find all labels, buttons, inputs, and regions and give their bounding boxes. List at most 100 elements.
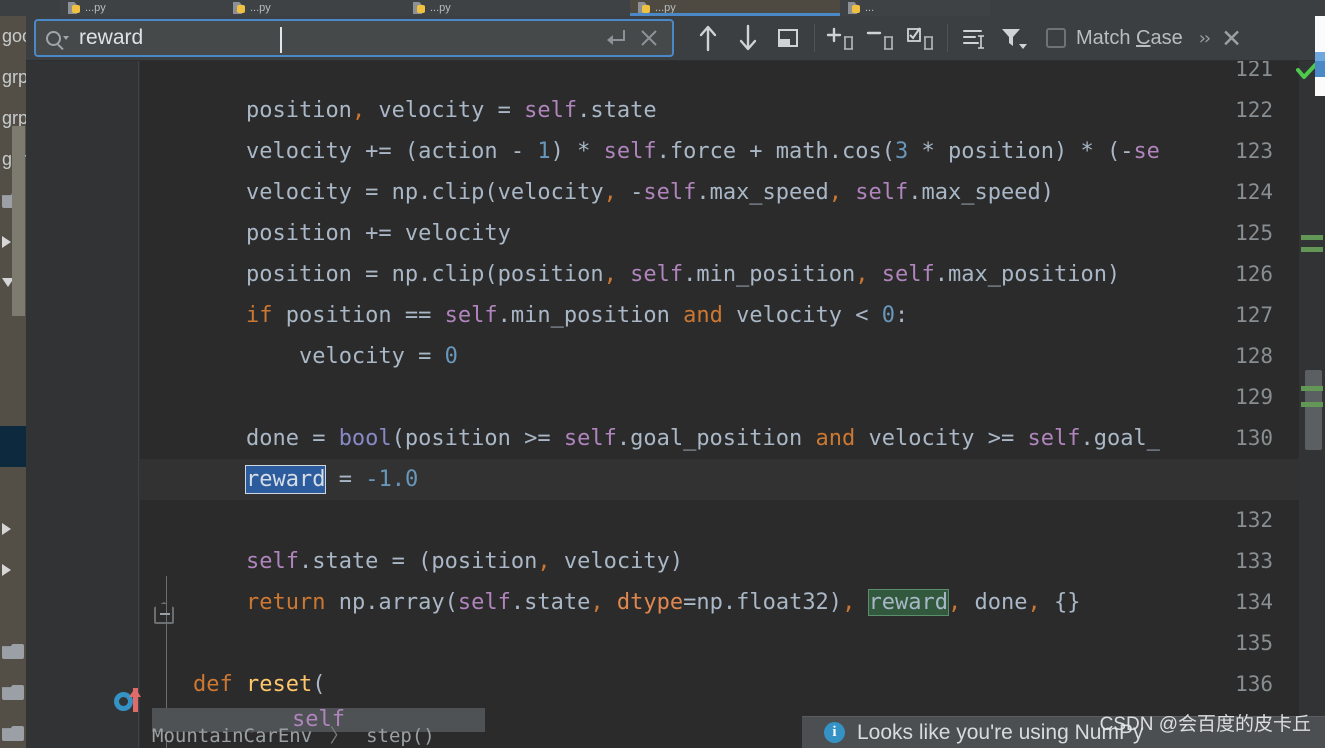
code-token: .goal_position bbox=[616, 426, 816, 451]
code-token: , bbox=[828, 180, 843, 205]
code-token: and bbox=[683, 303, 723, 328]
editor-tab-1[interactable]: ...py bbox=[225, 0, 405, 16]
code-line[interactable]: position, velocity = self.state bbox=[140, 90, 1325, 131]
code-token: .min_position bbox=[683, 262, 856, 287]
search-field-container[interactable] bbox=[34, 19, 674, 57]
editor-gutter[interactable] bbox=[26, 16, 140, 748]
error-stripe-marker-column[interactable] bbox=[1296, 45, 1325, 748]
code-line[interactable]: reward = -1.0 bbox=[140, 459, 1325, 500]
code-line[interactable]: def reset( bbox=[140, 664, 1325, 705]
code-line[interactable]: if position == self.min_position and vel… bbox=[140, 295, 1325, 336]
sidebar-item-blank-4[interactable] bbox=[0, 467, 26, 508]
toolbar-separator bbox=[814, 24, 815, 52]
code-token: .max_speed) bbox=[908, 180, 1054, 205]
new-line-icon[interactable] bbox=[598, 21, 632, 55]
info-icon: i bbox=[824, 722, 845, 743]
code-token: ( bbox=[312, 672, 326, 697]
sidebar-scrollbar-thumb[interactable] bbox=[12, 126, 25, 316]
editor-tab-2[interactable]: ...py bbox=[405, 0, 630, 16]
code-token: .max_position) bbox=[934, 262, 1121, 287]
code-line[interactable]: position += velocity bbox=[140, 213, 1325, 254]
sidebar-item-collapsed-2[interactable] bbox=[0, 508, 26, 549]
code-text-area[interactable]: position, velocity = self.state velocity… bbox=[140, 16, 1325, 748]
code-line[interactable] bbox=[140, 623, 1325, 664]
search-input[interactable] bbox=[79, 26, 598, 50]
breadcrumb-class[interactable]: MountainCarEnv bbox=[152, 725, 312, 747]
editor-tab-0[interactable]: ...py bbox=[60, 0, 225, 16]
code-line[interactable] bbox=[140, 377, 1325, 418]
add-occurrence-button[interactable] bbox=[821, 18, 861, 58]
editor-tab-strip[interactable]: ...py ...py ...py ...py ... bbox=[0, 0, 1325, 16]
find-next-button[interactable] bbox=[728, 18, 768, 58]
editor-tab-label: ...py bbox=[85, 2, 106, 14]
select-occurrences-button[interactable] bbox=[901, 18, 941, 58]
sidebar-item-goo[interactable]: goo bbox=[0, 16, 26, 57]
find-in-file-toolbar[interactable]: Match Case ›› ✕ bbox=[26, 16, 1325, 61]
code-token: = bbox=[325, 467, 366, 492]
code-token: , bbox=[351, 98, 366, 123]
code-token: np.array( bbox=[325, 590, 458, 615]
code-token: velocity = bbox=[365, 98, 525, 123]
sidebar-item-collapsed-3[interactable] bbox=[0, 549, 26, 590]
search-in-selection-button[interactable] bbox=[954, 18, 994, 58]
code-token: self bbox=[444, 303, 498, 328]
usage-marker[interactable] bbox=[1301, 386, 1323, 391]
sidebar-item-grp-1[interactable]: grp bbox=[0, 57, 26, 98]
code-line[interactable]: return np.array(self.state, dtype=np.flo… bbox=[140, 582, 1325, 623]
close-search-icon[interactable]: ✕ bbox=[1221, 24, 1242, 53]
code-token: self bbox=[524, 98, 578, 123]
code-line[interactable]: done = bool(position >= self.goal_positi… bbox=[140, 418, 1325, 459]
sidebar-item-selected[interactable] bbox=[0, 426, 26, 467]
code-token: 1 bbox=[537, 139, 551, 164]
code-line[interactable] bbox=[140, 500, 1325, 541]
code-token: , bbox=[842, 590, 856, 615]
usage-marker[interactable] bbox=[1301, 247, 1323, 252]
code-token: self bbox=[855, 180, 909, 205]
breadcrumb[interactable]: MountainCarEnv 〉 step() bbox=[152, 721, 435, 748]
match-case-checkbox[interactable] bbox=[1046, 28, 1066, 48]
code-token: , bbox=[948, 590, 962, 615]
search-results-minimap[interactable] bbox=[1315, 16, 1325, 96]
editor-scrollbar-thumb[interactable] bbox=[1305, 370, 1322, 450]
find-previous-button[interactable] bbox=[688, 18, 728, 58]
code-line[interactable]: velocity += (action - 1) * self.force + … bbox=[140, 131, 1325, 172]
code-line[interactable]: velocity = np.clip(velocity, -self.max_s… bbox=[140, 172, 1325, 213]
search-match-marker[interactable] bbox=[1315, 61, 1325, 77]
code-line[interactable]: self.state = (position, velocity) bbox=[140, 541, 1325, 582]
breadcrumb-method[interactable]: step() bbox=[366, 725, 435, 747]
search-match-marker[interactable] bbox=[1315, 52, 1325, 61]
select-all-occurrences-button[interactable] bbox=[768, 18, 808, 58]
toolbar-separator bbox=[947, 24, 948, 52]
code-token: velocity += (action - bbox=[245, 139, 538, 164]
usage-marker[interactable] bbox=[1301, 235, 1323, 240]
code-token: velocity = bbox=[298, 344, 445, 369]
sidebar-item-blank-3[interactable] bbox=[0, 385, 26, 426]
usage-marker[interactable] bbox=[1301, 402, 1323, 407]
editor-tab-active[interactable]: ...py bbox=[630, 0, 840, 16]
text-cursor bbox=[280, 27, 282, 53]
editor-tab-4[interactable]: ... bbox=[840, 0, 990, 16]
clear-search-icon[interactable] bbox=[632, 21, 666, 55]
folder-icon bbox=[2, 644, 24, 659]
filter-button[interactable] bbox=[994, 18, 1034, 58]
code-token: .max_speed bbox=[696, 180, 829, 205]
code-token: , bbox=[1027, 590, 1041, 615]
code-token: 0 bbox=[444, 344, 458, 369]
code-line[interactable]: velocity = 0 bbox=[140, 336, 1325, 377]
code-token: .goal_ bbox=[1080, 426, 1160, 451]
folder-icon bbox=[2, 685, 24, 700]
sidebar-item-blank-2[interactable] bbox=[0, 344, 26, 385]
search-history-dropdown[interactable] bbox=[46, 30, 69, 46]
breadcrumb-separator: 〉 bbox=[329, 725, 349, 747]
more-options-icon[interactable]: ›› bbox=[1199, 28, 1211, 49]
project-tool-window[interactable]: goo grp grp gym bbox=[0, 16, 26, 748]
code-line[interactable]: position = np.clip(position, self.min_po… bbox=[140, 254, 1325, 295]
remove-occurrence-button[interactable] bbox=[861, 18, 901, 58]
sidebar-item-folder-2[interactable] bbox=[0, 631, 26, 672]
code-editor[interactable]: 1211221231241251261271281291301311321331… bbox=[26, 16, 1325, 748]
sidebar-item-blank-5[interactable] bbox=[0, 590, 26, 631]
match-case-toggle[interactable]: Match Case bbox=[1046, 27, 1183, 50]
